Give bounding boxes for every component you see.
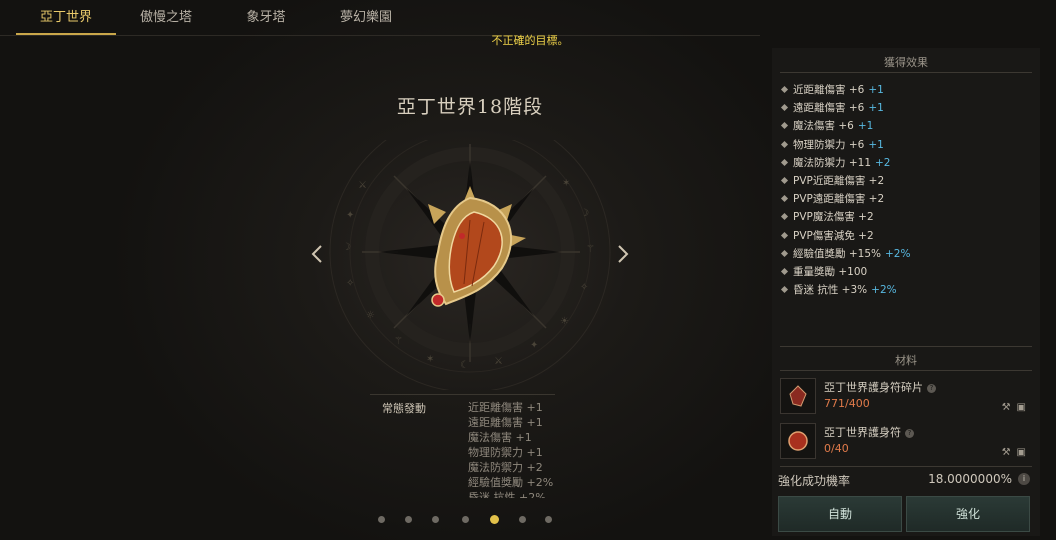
svg-text:☾: ☾ (460, 360, 469, 371)
svg-text:⚚: ⚚ (394, 336, 403, 347)
effect-row: 物理防禦力 +6 +1 (780, 136, 1030, 154)
svg-text:☀: ☀ (560, 316, 569, 327)
effect-row: 經驗值獎勵 +15% +2% (780, 245, 1030, 263)
pager-dot[interactable] (378, 516, 385, 523)
svg-text:✧: ✧ (346, 278, 354, 289)
divider (780, 72, 1032, 73)
next-arrow-icon[interactable] (616, 244, 630, 264)
svg-text:☽: ☽ (580, 208, 589, 219)
effects-header: 獲得效果 (884, 56, 928, 69)
materials-header: 材料 (895, 354, 917, 367)
tab-tower-of-insolence[interactable]: 傲慢之塔 (116, 0, 216, 36)
svg-text:✧: ✧ (580, 282, 588, 293)
material-row: 亞丁世界護身符? 0/40 ⚒ ▣ (778, 420, 1034, 462)
info-icon[interactable]: i (1018, 473, 1030, 485)
pager-dot[interactable] (405, 516, 412, 523)
pager-dot[interactable] (519, 516, 526, 523)
stage-title: 亞丁世界18階段 (396, 96, 544, 118)
divider (780, 346, 1032, 347)
tab-dream-island[interactable]: 夢幻樂園 (316, 0, 416, 36)
enhance-button[interactable]: 強化 (906, 496, 1030, 532)
list-item: 物理防禦力 +1 (468, 446, 543, 459)
shop-bag-icon[interactable]: ▣ (1017, 447, 1026, 458)
divider (780, 466, 1032, 467)
shop-bag-icon[interactable]: ▣ (1017, 402, 1026, 413)
list-item: 魔法傷害 +1 (468, 431, 532, 444)
divider (0, 35, 760, 36)
effect-row: PVP傷害減免 +2 (780, 227, 1030, 245)
auto-button[interactable]: 自動 (778, 496, 902, 532)
effect-row: 昏迷 抗性 +3% +2% (780, 281, 1030, 299)
tab-ivory-tower[interactable]: 象牙塔 (216, 0, 316, 36)
material-name: 亞丁世界護身符 (824, 426, 901, 439)
material-count: 771/400 (824, 397, 870, 410)
effect-row: 近距離傷害 +6 +1 (780, 81, 1030, 99)
svg-text:☼: ☼ (366, 310, 375, 321)
amulet-icon[interactable] (780, 423, 816, 459)
pager-dot[interactable] (432, 516, 439, 523)
svg-text:⚔: ⚔ (494, 356, 503, 367)
effect-row: 重量獎勵 +100 (780, 263, 1030, 281)
svg-text:☽: ☽ (342, 242, 351, 253)
svg-text:⚔: ⚔ (358, 180, 367, 191)
passive-label: 常態發動 (382, 402, 426, 415)
pager-dot-active[interactable] (490, 515, 499, 524)
svg-text:✦: ✦ (530, 340, 538, 351)
divider (370, 394, 555, 395)
list-item: 魔法防禦力 +2 (468, 461, 543, 474)
effects-panel: 獲得效果 近距離傷害 +6 +1 遠距離傷害 +6 +1 魔法傷害 +6 +1 物理防… (772, 48, 1040, 536)
effect-row: PVP魔法傷害 +2 (780, 208, 1030, 226)
amulet-fragment-icon[interactable] (780, 378, 816, 414)
effect-row: 魔法傷害 +6 +1 (780, 117, 1030, 135)
effect-row: PVP近距離傷害 +2 (780, 172, 1030, 190)
tab-bar: 亞丁世界 傲慢之塔 象牙塔 夢幻樂園 (0, 0, 760, 36)
list-item: 經驗值獎勵 +2% (468, 476, 554, 489)
material-row: 亞丁世界護身符碎片? 771/400 ⚒ ▣ (778, 375, 1034, 417)
list-item: 近距離傷害 +1 (468, 401, 543, 414)
prev-arrow-icon[interactable] (310, 244, 324, 264)
pager-dot[interactable] (545, 516, 552, 523)
gained-effects-list: 近距離傷害 +6 +1 遠距離傷害 +6 +1 魔法傷害 +6 +1 物理防禦力 +6… (780, 81, 1030, 299)
craft-tool-icon[interactable]: ⚒ (1002, 402, 1011, 413)
svg-text:✶: ✶ (562, 178, 570, 189)
effect-row: 遠距離傷害 +6 +1 (780, 99, 1030, 117)
success-rate-label: 強化成功機率 (778, 474, 851, 488)
info-icon[interactable]: ? (927, 383, 936, 393)
svg-text:✶: ✶ (426, 354, 434, 365)
tab-aden-world[interactable]: 亞丁世界 (16, 0, 116, 36)
passive-effects-list[interactable]: 近距離傷害 +1 遠距離傷害 +1 魔法傷害 +1 物理防禦力 +1 魔法防禦力… (468, 400, 578, 498)
success-rate-value: 18.0000000% (928, 472, 1012, 486)
pager-dot[interactable] (462, 516, 469, 523)
craft-tool-icon[interactable]: ⚒ (1002, 447, 1011, 458)
info-icon[interactable]: ? (905, 428, 914, 438)
effect-row: 魔法防禦力 +11 +2 (780, 154, 1030, 172)
svg-text:⚚: ⚚ (586, 244, 595, 255)
amulet-emblem: ⚔ ✦ ☽ ✧ ☼ ⚚ ✶ ☾ ⚔ ✦ ☀ ✧ ⚚ ☽ ✶ (329, 140, 611, 390)
list-item: 昏迷 抗性 +2% (468, 491, 546, 498)
material-name: 亞丁世界護身符碎片 (824, 381, 923, 394)
list-item: 遠距離傷害 +1 (468, 416, 543, 429)
svg-text:✦: ✦ (346, 210, 354, 221)
divider (780, 370, 1032, 371)
material-count: 0/40 (824, 442, 849, 455)
system-notice: 不正確的目標。 (491, 34, 569, 47)
effect-row: PVP遠距離傷害 +2 (780, 190, 1030, 208)
